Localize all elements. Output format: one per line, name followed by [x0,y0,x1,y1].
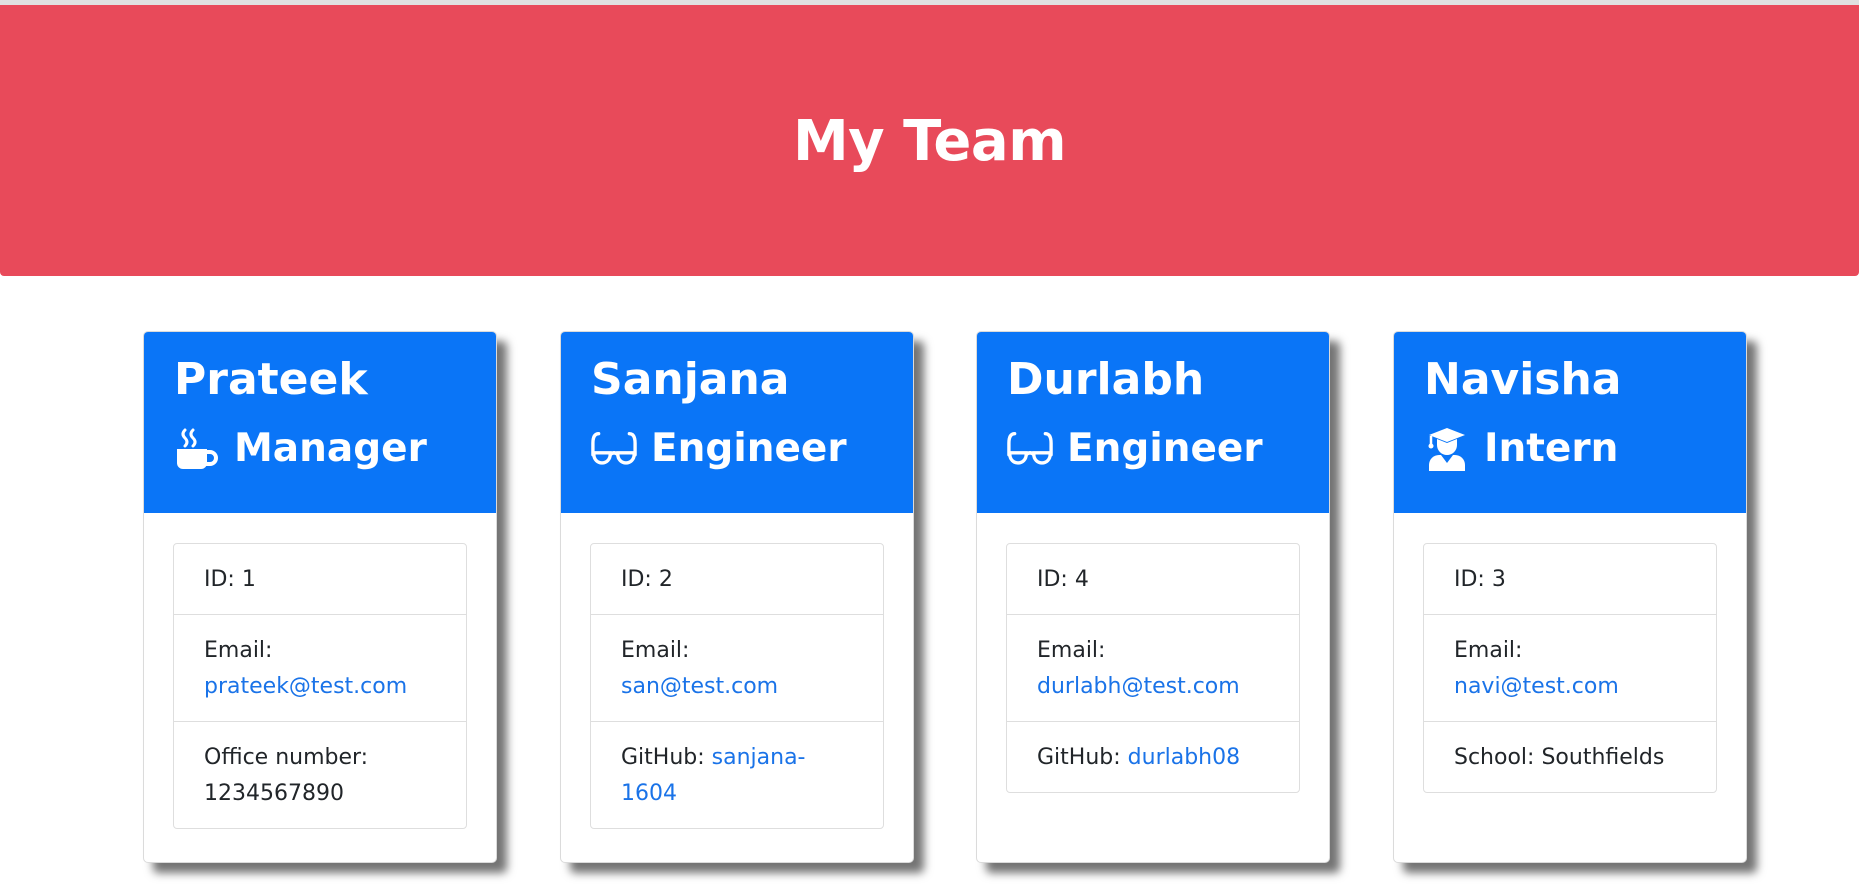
school-row: School: Southfields [1424,721,1716,792]
email-link[interactable]: navi@test.com [1454,674,1619,699]
github-row: GitHub: durlabh08 [1007,721,1299,792]
email-row: Email: durlabh@test.com [1007,614,1299,721]
school-label: School: [1454,745,1535,770]
employee-details-list: ID: 2 Email: san@test.com GitHub: sanjan… [590,543,884,829]
office-number-label: Office number: [204,745,369,770]
email-label: Email: [621,638,690,663]
employee-role: Manager [174,424,466,474]
card-header: Sanjana Engineer [561,332,913,513]
employee-card-manager: Prateek Manager ID: 1 Email: prateek@tes… [143,331,497,863]
employee-name: Sanjana [591,354,790,405]
employee-role: Engineer [1007,424,1299,474]
github-row: GitHub: sanjana-1604 [591,721,883,828]
email-link[interactable]: prateek@test.com [204,674,407,699]
email-label: Email: [204,638,273,663]
id-row: ID: 4 [1037,567,1089,592]
office-number-row: Office number: 1234567890 [174,721,466,828]
employee-name: Navisha [1424,354,1622,405]
card-header: Durlabh Engineer [977,332,1329,513]
school-value: Southfields [1541,745,1665,770]
employee-name: Durlabh [1007,354,1205,405]
id-row: ID: 3 [1454,567,1506,592]
card-header: Prateek Manager [144,332,496,513]
card-body: ID: 2 Email: san@test.com GitHub: sanjan… [561,513,913,829]
page-title: My Team [792,109,1067,174]
email-link[interactable]: san@test.com [621,674,778,699]
office-number-value: 1234567890 [204,781,344,806]
card-body: ID: 3 Email: navi@test.com School: South… [1394,513,1746,793]
github-label: GitHub: [621,745,705,770]
employee-card-intern: Navisha Intern ID: 3 Email: navi@test.co… [1393,331,1747,863]
email-label: Email: [1454,638,1523,663]
email-row: Email: san@test.com [591,614,883,721]
email-row: Email: navi@test.com [1424,614,1716,721]
card-header: Navisha Intern [1394,332,1746,513]
email-link[interactable]: durlabh@test.com [1037,674,1240,699]
employee-details-list: ID: 1 Email: prateek@test.com Office num… [173,543,467,829]
glasses-icon [1007,426,1053,472]
page-header: My Team [0,5,1859,276]
glasses-icon [591,426,637,472]
employee-card-engineer: Durlabh Engineer ID: 4 Email: durlabh@te… [976,331,1330,863]
github-link[interactable]: durlabh08 [1128,745,1240,770]
employee-card-engineer: Sanjana Engineer ID: 2 Email: san@test.c… [560,331,914,863]
mug-hot-icon [174,426,220,472]
role-label: Engineer [651,426,847,471]
id-row: ID: 2 [621,567,673,592]
github-label: GitHub: [1037,745,1121,770]
employee-details-list: ID: 3 Email: navi@test.com School: South… [1423,543,1717,793]
email-row: Email: prateek@test.com [174,614,466,721]
id-row: ID: 1 [204,567,256,592]
user-graduate-icon [1424,426,1470,472]
employee-name: Prateek [174,354,368,405]
role-label: Intern [1484,426,1619,471]
employee-role: Engineer [591,424,883,474]
card-body: ID: 4 Email: durlabh@test.com GitHub: du… [977,513,1329,793]
email-label: Email: [1037,638,1106,663]
employee-details-list: ID: 4 Email: durlabh@test.com GitHub: du… [1006,543,1300,793]
role-label: Manager [234,426,427,471]
employee-role: Intern [1424,424,1716,474]
card-body: ID: 1 Email: prateek@test.com Office num… [144,513,496,829]
role-label: Engineer [1067,426,1263,471]
